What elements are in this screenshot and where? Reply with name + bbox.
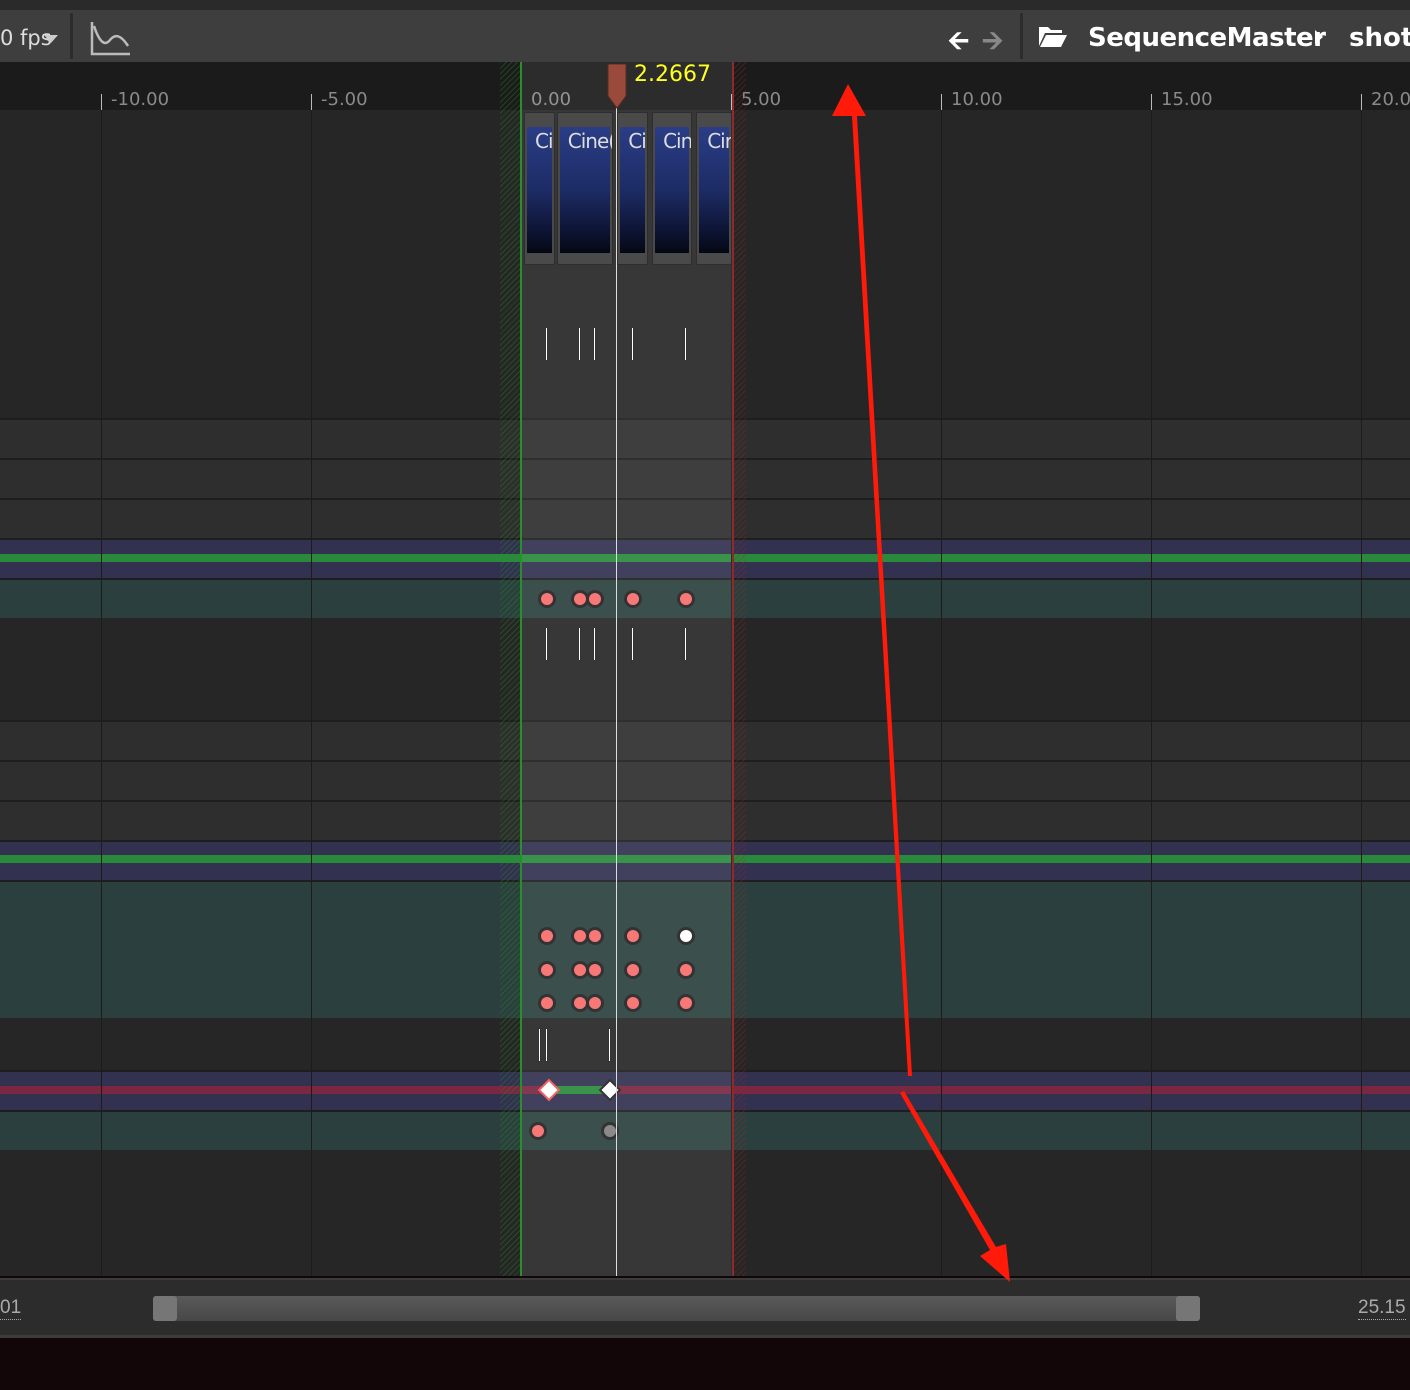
section-marker[interactable] [545,1028,549,1062]
ruler-tick [941,94,942,110]
section-marker[interactable] [592,627,596,661]
grid-line [101,110,102,1276]
keyframe[interactable] [677,590,696,608]
shot-label: Cine( [567,129,614,153]
ruler-tick [311,94,312,110]
shot-label: Ci [628,129,647,153]
section-marker[interactable] [684,627,688,661]
ruler-tick-label: 15.00 [1161,89,1213,110]
grid-line [1151,110,1152,1276]
ruler-tick-label: -10.00 [111,89,170,110]
curve-editor-icon[interactable] [90,20,132,58]
section-marker[interactable] [545,627,549,661]
playhead-handle[interactable] [606,64,628,110]
ruler-tick-label: -5.00 [321,89,368,110]
playhead-line[interactable] [616,108,617,1276]
shot-label: Cin [663,129,692,153]
grid-line [311,110,312,1276]
keyframe[interactable] [585,927,604,945]
folder-open-icon[interactable] [1038,24,1068,48]
ruler-tick [101,94,102,110]
shot-clip[interactable]: Cir [696,112,732,265]
view-end-field[interactable]: 25.15 [1358,1297,1406,1320]
keyframe[interactable] [585,994,604,1012]
ruler-tick-label: 10.00 [951,89,1003,110]
keyframe[interactable] [624,927,643,945]
arrow-left-icon[interactable]: 🡨 [948,22,969,66]
grid-line [1361,110,1362,1276]
shot-label: Ci [535,129,554,153]
keyframe[interactable] [528,1122,547,1140]
section-marker[interactable] [631,327,635,361]
keyframe[interactable] [585,961,604,979]
grid-line [941,110,942,1276]
shot-clip[interactable]: Ci [524,112,555,265]
keyframe[interactable] [538,961,557,979]
breadcrumb-arrow-icon[interactable] [1315,30,1323,44]
chevron-down-icon[interactable] [44,35,58,43]
shot-clip[interactable]: Cine( [556,112,614,265]
window-top-strip [0,0,1410,10]
keyframe[interactable] [624,590,643,608]
playback-start-hatch [500,62,520,1276]
section-marker[interactable] [545,327,549,361]
ruler-tick [1151,94,1152,110]
scrollbar-right-handle[interactable] [1176,1296,1200,1321]
view-start-field[interactable]: 01 [0,1297,22,1320]
ruler-tick-label: 5.00 [741,89,782,110]
keyframe[interactable] [538,590,557,608]
section-marker[interactable] [608,1028,612,1062]
keyframe[interactable] [585,590,604,608]
section-marker[interactable] [684,327,688,361]
arrow-right-icon[interactable]: 🡪 [982,22,1003,66]
keyframe[interactable] [677,961,696,979]
scrollbar-left-handle[interactable] [153,1296,177,1321]
playback-start-marker[interactable] [520,62,522,1276]
timeline-scrollbar[interactable] [153,1296,1200,1321]
section-marker[interactable] [577,327,581,361]
section-marker[interactable] [631,627,635,661]
keyframe[interactable] [677,927,696,945]
keyframe[interactable] [538,927,557,945]
breadcrumb-sequence-master[interactable]: SequenceMaster [1088,23,1326,53]
toolbar-divider [70,13,73,59]
keyframe[interactable] [677,994,696,1012]
section-marker[interactable] [577,627,581,661]
playback-end-hatch [734,62,746,1276]
playback-end-marker[interactable] [732,62,734,1276]
section-marker[interactable] [592,327,596,361]
shot-clip[interactable]: Cin [652,112,692,265]
toolbar-divider [1020,13,1023,59]
shot-label: Cir [707,129,732,153]
playhead-time: 2.2667 [634,62,711,87]
keyframe[interactable] [624,994,643,1012]
keyframe[interactable] [538,994,557,1012]
keyframe[interactable] [624,961,643,979]
section-marker[interactable] [537,1028,541,1062]
shot-clip[interactable]: Ci [617,112,648,265]
ruler-tick [1361,94,1362,110]
ruler-tick-label: 20.00 [1371,89,1410,110]
breadcrumb-shot[interactable]: shot0 [1349,23,1410,53]
